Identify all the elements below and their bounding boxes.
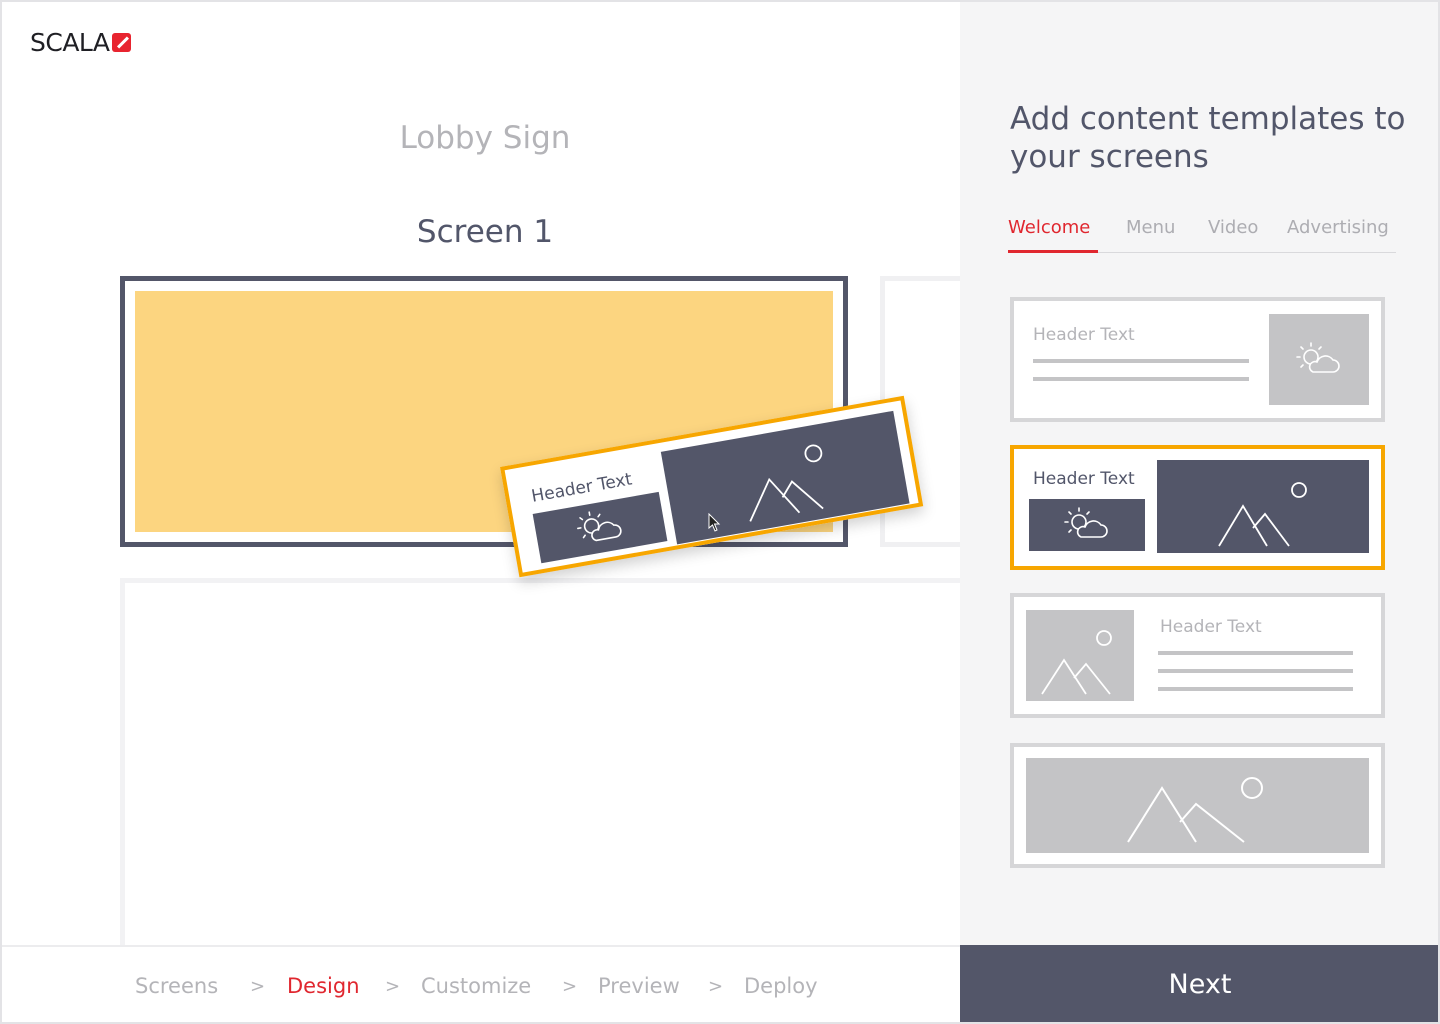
tab-video[interactable]: Video: [1208, 217, 1258, 238]
template-header-text: Header Text: [1033, 325, 1135, 345]
template-panel: Add content templates to your screens We…: [960, 0, 1440, 945]
scala-logo: SCALA: [30, 28, 131, 57]
template-header-text: Header Text: [1160, 617, 1262, 637]
sign-title: Lobby Sign: [399, 120, 571, 156]
active-tab-indicator: [1008, 250, 1098, 253]
step-screens[interactable]: Screens: [135, 974, 218, 998]
weather-icon: [1269, 314, 1369, 405]
step-separator: >: [385, 976, 401, 997]
cursor-icon: [708, 512, 722, 537]
tab-menu[interactable]: Menu: [1126, 217, 1175, 238]
step-navigation: Screens > Design > Customize > Preview >…: [0, 945, 960, 1024]
weather-icon: [1029, 499, 1145, 551]
text-line: [1158, 687, 1353, 691]
logo-text: SCALA: [30, 28, 110, 57]
logo-mark-icon: [111, 33, 131, 52]
image-icon: [1157, 460, 1369, 553]
step-deploy[interactable]: Deploy: [744, 974, 818, 998]
screen-3-preview[interactable]: [120, 578, 970, 948]
template-card-header-weather-image[interactable]: Header Text: [1010, 445, 1385, 570]
text-line: [1158, 651, 1353, 655]
template-header-text: Header Text: [1033, 469, 1135, 489]
tab-advertising[interactable]: Advertising: [1287, 217, 1389, 238]
image-icon: [1026, 610, 1134, 701]
template-card-text-weather[interactable]: Header Text: [1010, 297, 1385, 422]
tab-welcome[interactable]: Welcome: [1008, 217, 1090, 238]
step-separator: >: [562, 976, 578, 997]
step-design[interactable]: Design: [287, 974, 360, 998]
image-icon: [1026, 758, 1369, 853]
template-tabs: Welcome Menu Video Advertising: [1008, 215, 1396, 253]
next-button[interactable]: Next: [960, 945, 1440, 1024]
step-separator: >: [250, 976, 266, 997]
panel-title: Add content templates to your screens: [1010, 101, 1406, 175]
screen-title: Screen 1: [416, 214, 554, 250]
text-line: [1033, 377, 1249, 381]
step-customize[interactable]: Customize: [421, 974, 531, 998]
text-line: [1033, 359, 1249, 363]
template-card-image-text[interactable]: Header Text: [1010, 593, 1385, 718]
step-separator: >: [708, 976, 724, 997]
text-line: [1158, 669, 1353, 673]
template-card-full-image[interactable]: [1010, 743, 1385, 868]
step-preview[interactable]: Preview: [598, 974, 680, 998]
